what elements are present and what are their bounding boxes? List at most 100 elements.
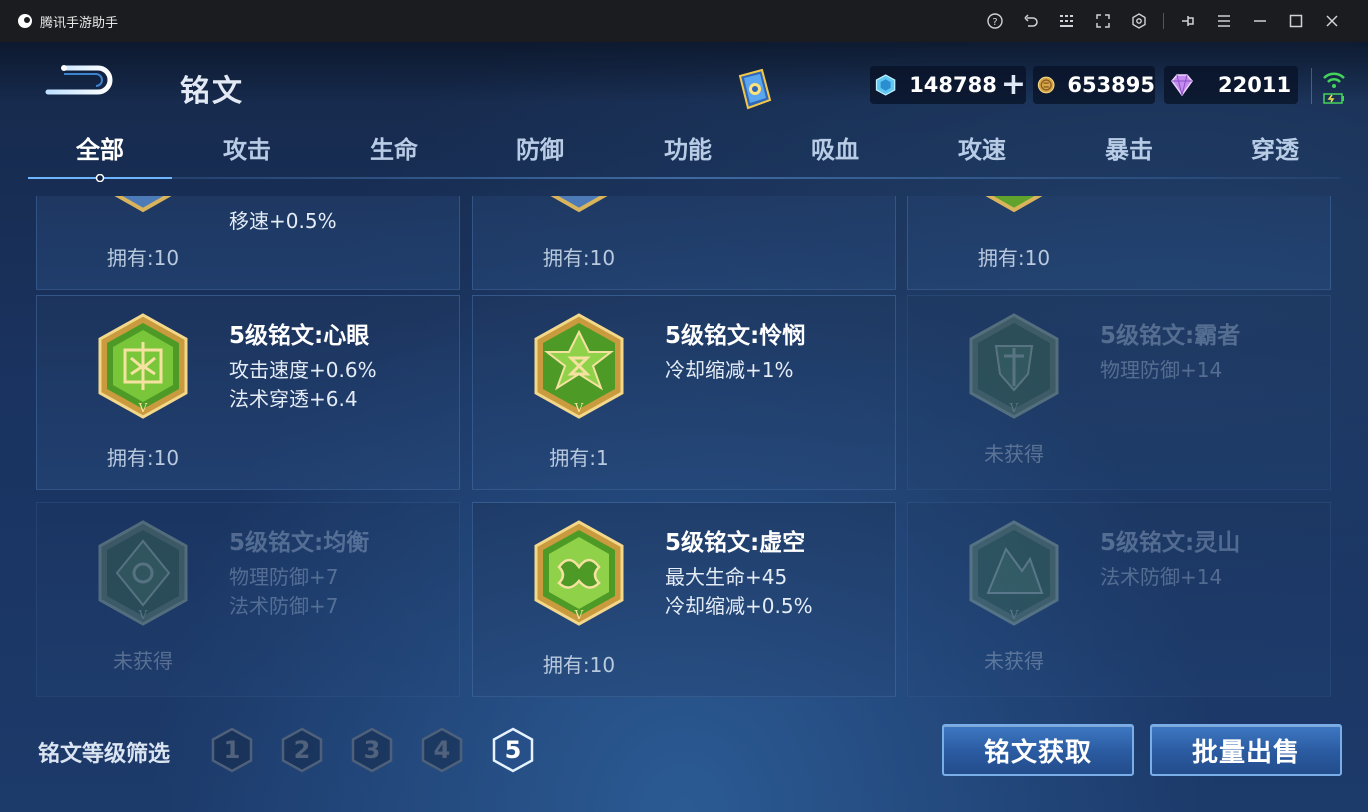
undo-icon[interactable] [1013, 0, 1049, 42]
card-stat: 法术穿透+6.4 [229, 387, 358, 411]
inscription-emblem-icon [985, 196, 1043, 213]
inscription-card-partial[interactable]: 拥有:10 [472, 196, 896, 290]
svg-text:?: ? [992, 17, 997, 28]
xinyan-emblem-icon: V [98, 313, 188, 419]
inscription-card-xukong[interactable]: V 5级铭文:虚空 最大生命+45 冷却缩减+0.5% 拥有:10 [472, 502, 896, 697]
card-stat: 法术防御+14 [1100, 565, 1223, 589]
add-diamond-button[interactable]: + [1001, 70, 1026, 100]
card-owned: 拥有:10 [106, 246, 180, 270]
card-stat: 冷却缩减+1% [665, 358, 794, 382]
level-filter-3[interactable]: 3 [348, 726, 396, 774]
gem-currency: 22011 [1164, 66, 1298, 104]
card-name: 5级铭文:虚空 [665, 530, 806, 556]
card-stat: 物理防御+7 [229, 565, 339, 589]
inscription-card-bazhe[interactable]: V 5级铭文:霸者 物理防御+14 未获得 [907, 295, 1331, 490]
svg-text:V: V [138, 608, 148, 622]
svg-text:V: V [1009, 608, 1019, 622]
category-tabs: 全部 攻击 生命 防御 功能 吸血 攻速 暴击 穿透 [28, 130, 1340, 182]
card-owned: 拥有:10 [977, 246, 1051, 270]
card-name: 5级铭文:均衡 [229, 530, 370, 556]
lianmin-emblem-icon: V [534, 313, 624, 419]
pin-icon[interactable] [1170, 0, 1206, 42]
tab-all[interactable]: 全部 [76, 130, 124, 165]
tab-divider [28, 177, 1340, 179]
inscription-card-partial[interactable]: 移速+0.5% 拥有:10 [36, 196, 460, 290]
card-stat: 物理防御+14 [1100, 358, 1223, 382]
inscription-emblem-icon [114, 196, 172, 213]
close-icon[interactable] [1314, 0, 1350, 42]
card-name: 5级铭文:霸者 [1100, 323, 1241, 349]
keyboard-icon[interactable] [1049, 0, 1085, 42]
maximize-icon[interactable] [1278, 0, 1314, 42]
card-owned: 拥有:1 [549, 446, 609, 470]
card-name: 5级铭文:怜悯 [665, 323, 806, 349]
tab-function[interactable]: 功能 [664, 130, 712, 165]
level-number: 1 [223, 736, 241, 764]
active-tab-indicator [28, 174, 172, 182]
level-number: 4 [433, 736, 451, 764]
diamond-currency: 148788 + [870, 66, 1026, 104]
titlebar-separator [1163, 13, 1164, 29]
emulator-titlebar: 腾讯手游助手 ? [0, 0, 1368, 42]
card-name: 5级铭文:心眼 [229, 323, 370, 349]
inscription-card-junheng[interactable]: V 5级铭文:均衡 物理防御+7 法术防御+7 未获得 [36, 502, 460, 697]
inscription-card-lianmin[interactable]: V 5级铭文:怜悯 冷却缩减+1% 拥有:1 [472, 295, 896, 490]
acquire-inscription-button[interactable]: 铭文获取 [942, 724, 1134, 776]
level-filter-1[interactable]: 1 [208, 726, 256, 774]
fullscreen-icon[interactable] [1085, 0, 1121, 42]
card-stat: 冷却缩减+0.5% [665, 594, 813, 618]
inscription-card-lingshan[interactable]: V 5级铭文:灵山 法术防御+14 未获得 [907, 502, 1331, 697]
card-book-icon[interactable] [728, 62, 782, 116]
minimize-icon[interactable] [1242, 0, 1278, 42]
tab-lifesteal[interactable]: 吸血 [811, 130, 859, 165]
xukong-emblem-icon: V [534, 520, 624, 626]
gold-currency: 653895 [1033, 66, 1155, 104]
bulk-sell-button[interactable]: 批量出售 [1150, 724, 1342, 776]
svg-text:V: V [574, 401, 584, 415]
app-title: 腾讯手游助手 [40, 15, 119, 31]
back-button[interactable] [42, 64, 114, 100]
menu-icon[interactable] [1206, 0, 1242, 42]
tab-health[interactable]: 生命 [370, 130, 418, 165]
wifi-battery-icon [1320, 68, 1348, 108]
gold-coin-icon [1037, 76, 1055, 94]
help-icon[interactable]: ? [977, 0, 1013, 42]
card-stat: 移速+0.5% [229, 209, 337, 233]
gold-amount: 653895 [1067, 73, 1155, 97]
tab-crit[interactable]: 暴击 [1105, 130, 1153, 165]
level-number: 3 [363, 736, 381, 764]
settings-cube-icon[interactable] [1121, 0, 1157, 42]
card-owned: 拥有:10 [106, 446, 180, 470]
page-title: 铭文 [180, 74, 244, 109]
card-stat: 攻击速度+0.6% [229, 358, 377, 382]
level-filter-label: 铭文等级筛选 [38, 742, 171, 767]
tab-attack-speed[interactable]: 攻速 [958, 130, 1006, 165]
card-owned: 拥有:10 [542, 653, 616, 677]
level-filter-4[interactable]: 4 [418, 726, 466, 774]
svg-text:V: V [574, 608, 584, 622]
diamond-icon [875, 74, 896, 96]
junheng-emblem-icon: V [98, 520, 188, 626]
inscription-card-xinyan[interactable]: V 5级铭文:心眼 攻击速度+0.6% 法术穿透+6.4 拥有:10 [36, 295, 460, 490]
diamond-amount: 148788 [909, 73, 997, 97]
card-owned: 拥有:10 [542, 246, 616, 270]
app-logo-icon [18, 14, 32, 28]
level-filter-2[interactable]: 2 [278, 726, 326, 774]
gem-amount: 22011 [1218, 73, 1292, 97]
level-number: 2 [293, 736, 311, 764]
tab-attack[interactable]: 攻击 [223, 130, 271, 165]
card-not-obtained: 未获得 [113, 649, 173, 673]
game-screen: 铭文 148788 + 653895 22011 全部 攻击 生命 防御 功能 … [0, 42, 1368, 812]
card-name: 5级铭文:灵山 [1100, 530, 1241, 556]
tab-penetration[interactable]: 穿透 [1251, 130, 1299, 165]
level-filter-5[interactable]: 5 [489, 726, 537, 774]
header-separator [1311, 68, 1312, 104]
bazhe-emblem-icon: V [969, 313, 1059, 419]
inscription-card-partial[interactable]: 拥有:10 [907, 196, 1331, 290]
svg-text:V: V [138, 401, 148, 415]
purple-gem-icon [1171, 74, 1193, 97]
level-number: 5 [504, 736, 522, 764]
tab-defense[interactable]: 防御 [516, 130, 564, 165]
card-not-obtained: 未获得 [984, 442, 1044, 466]
lingshan-emblem-icon: V [969, 520, 1059, 626]
